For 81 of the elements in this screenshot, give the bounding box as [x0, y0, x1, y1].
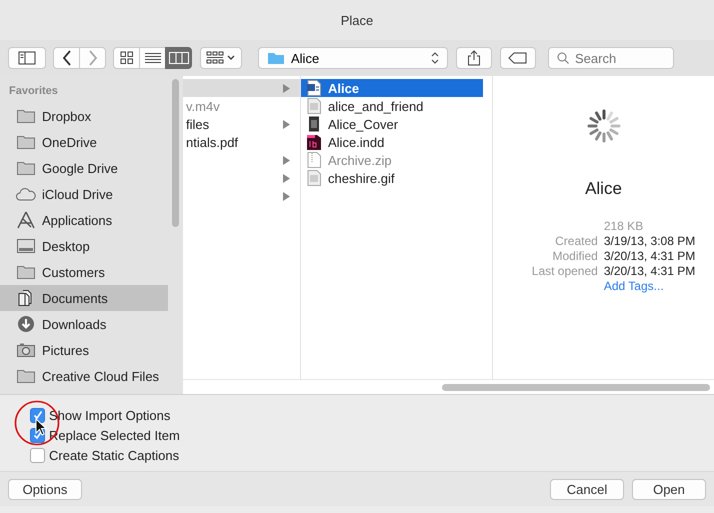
folder-icon: [16, 133, 36, 151]
share-button[interactable]: [456, 47, 492, 69]
folder-icon: [16, 159, 36, 177]
icons-view-button[interactable]: [113, 47, 140, 69]
sidebar-item[interactable]: Google Drive: [0, 155, 168, 181]
file-row[interactable]: v.m4v: [183, 97, 300, 115]
updown-icon: [431, 52, 439, 64]
arrange-grid-icon: [206, 51, 236, 65]
sidebar-icon: [18, 51, 36, 65]
file-row[interactable]: files: [183, 115, 300, 133]
sidebar-item[interactable]: Desktop: [0, 233, 168, 259]
sidebar-heading: Favorites: [8, 85, 59, 99]
list-icon: [144, 52, 160, 64]
preview-title: Alice: [585, 179, 622, 199]
file-row[interactable]: Alice: [301, 79, 483, 97]
options-button[interactable]: Options: [8, 478, 82, 500]
file-row[interactable]: ntials.pdf: [183, 133, 300, 151]
desktop-icon: [16, 237, 36, 255]
columns-icon: [168, 52, 188, 64]
file-row[interactable]: Alice_Cover: [301, 115, 483, 133]
arrange-button[interactable]: [200, 47, 242, 69]
checkbox[interactable]: [30, 448, 45, 462]
chevron-left-icon: [62, 50, 72, 66]
file-row[interactable]: cheshire.gif: [301, 169, 483, 187]
sidebar-item[interactable]: Pictures: [0, 337, 168, 363]
sidebar-item[interactable]: Downloads: [0, 311, 168, 337]
info-label: Last opened: [532, 264, 598, 278]
grid-icon: [120, 51, 134, 65]
info-value: 3/20/13, 4:31 PM: [604, 249, 696, 263]
image-file-icon: [307, 98, 321, 114]
downloads-icon: [16, 315, 36, 333]
folder-icon: [16, 367, 36, 385]
zip-file-icon: [307, 152, 321, 168]
file-row[interactable]: Alice.indd: [301, 133, 483, 151]
chevron-right-icon: [88, 50, 98, 66]
image-file-icon: [307, 170, 321, 186]
file-row[interactable]: alice_and_friend: [301, 97, 483, 115]
window-title: Place: [340, 12, 374, 28]
folder-icon: [267, 51, 285, 65]
checkbox[interactable]: [30, 408, 45, 422]
sidebar-item[interactable]: iCloud Drive: [0, 181, 168, 207]
disclosure-arrow-icon: [283, 120, 290, 128]
sidebar-item[interactable]: Creative Cloud Files: [0, 363, 168, 389]
open-button[interactable]: Open: [632, 478, 706, 500]
location-dropdown[interactable]: Alice: [258, 47, 448, 69]
indesign-file-icon: [307, 134, 321, 150]
file-size: 218 KB: [604, 219, 644, 233]
file-row[interactable]: Archive.zip: [301, 151, 483, 169]
tag-button[interactable]: [500, 47, 536, 69]
folder-icon: [16, 107, 36, 125]
disclosure-arrow-icon: [283, 84, 290, 92]
list-view-button[interactable]: [139, 47, 166, 69]
apps-icon: [16, 211, 36, 229]
info-label: Created: [554, 234, 598, 248]
photo-file-icon: [307, 116, 321, 132]
scrollbar-thumb[interactable]: [442, 384, 710, 390]
spinner-icon: [586, 109, 620, 143]
sidebar-toggle-button[interactable]: [8, 47, 46, 69]
info-value: 3/19/13, 3:08 PM: [604, 234, 696, 248]
columns-view-button[interactable]: [165, 47, 192, 69]
camera-icon: [16, 341, 36, 359]
info-value: 3/20/13, 4:31 PM: [604, 264, 696, 278]
info-label: Modified: [551, 249, 598, 263]
checkbox-label: Create Static Captions: [49, 448, 180, 462]
sidebar-item[interactable]: Applications: [0, 207, 168, 233]
folder-icon: [16, 263, 36, 281]
tag-icon: [508, 52, 528, 64]
cloud-icon: [16, 185, 36, 203]
search-field[interactable]: Search: [548, 47, 674, 69]
sidebar-item[interactable]: OneDrive: [0, 129, 168, 155]
sidebar-item[interactable]: Customers: [0, 259, 168, 285]
sidebar-item[interactable]: Dropbox: [0, 103, 168, 129]
cancel-button[interactable]: Cancel: [550, 478, 624, 500]
search-icon: [557, 52, 569, 64]
share-icon: [467, 50, 481, 66]
back-button[interactable]: [53, 47, 80, 69]
add-tags-link[interactable]: Add Tags...: [604, 279, 696, 293]
word-file-icon: [307, 80, 321, 96]
scrollbar-thumb[interactable]: [172, 79, 179, 227]
sidebar-item[interactable]: Documents: [0, 285, 168, 311]
cursor-icon: [35, 418, 47, 436]
